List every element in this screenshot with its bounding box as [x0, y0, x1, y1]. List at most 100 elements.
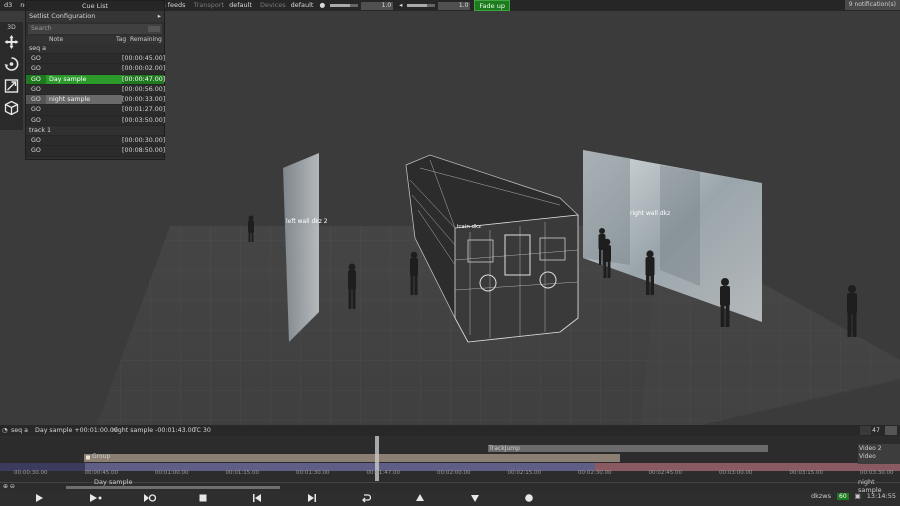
go-button[interactable]: GO [26, 54, 46, 63]
scrub-bar[interactable] [66, 486, 280, 489]
expand-arrow-icon[interactable]: ▸ [158, 11, 161, 22]
play-to-end-icon[interactable] [89, 493, 103, 503]
cue-group-header[interactable]: seq a [26, 44, 164, 54]
cue-row[interactable]: GO [00:00:45.00] [26, 54, 165, 65]
group-label: Group [92, 453, 111, 460]
return-icon[interactable] [361, 493, 371, 503]
clock-time: 13:14:55 [866, 492, 896, 500]
down-arrow-icon[interactable] [470, 493, 480, 503]
sequence-name[interactable]: seq a [11, 425, 28, 436]
go-button[interactable]: GO [26, 64, 46, 73]
brightness-slider[interactable] [330, 4, 359, 7]
timeline-tick: 00:03:30.00 [860, 470, 894, 476]
setlist-config-label: Setlist Configuration [29, 12, 96, 20]
timeline-tick: 00:02:45.00 [648, 470, 682, 476]
scale-icon[interactable] [0, 75, 23, 97]
devices-label: Devices [259, 1, 286, 9]
host-name: dkzws [810, 492, 831, 500]
rotate-icon[interactable] [0, 53, 23, 75]
cue-row[interactable]: GO [00:00:30.00] [26, 136, 165, 147]
clock-icon: ◔ [2, 427, 8, 434]
play-icon[interactable] [34, 493, 44, 503]
fps-badge: 60 [837, 492, 849, 500]
up-arrow-icon[interactable] [415, 493, 425, 503]
timeline-tick: 00:03:00.00 [719, 470, 753, 476]
timeline-tick: 00:03:15.00 [789, 470, 823, 476]
group-clip[interactable] [84, 454, 620, 462]
go-button[interactable]: GO [26, 146, 46, 155]
go-button[interactable]: GO [26, 116, 46, 125]
cue-table-header: Note Tag Remaining [26, 36, 164, 44]
go-button[interactable]: GO [26, 136, 46, 145]
video2-label: Video 2 [859, 445, 882, 452]
left-screen[interactable] [283, 153, 319, 342]
cue-row[interactable]: GO [00:00:02.00] [26, 64, 165, 75]
volume-slider[interactable] [407, 4, 436, 7]
transport-label: Transport [193, 1, 225, 9]
zoom-value[interactable]: 47 [872, 425, 880, 436]
notifications-badge[interactable]: 9 notification(s) [844, 0, 900, 10]
cue-row-next[interactable]: GO night sample [00:00:33.00] [26, 95, 165, 106]
timeline-tick: 00:01:30.00 [296, 470, 330, 476]
brightness-value[interactable]: 1.0 [361, 1, 394, 10]
cue-row[interactable]: GO [00:01:27.00] [26, 105, 165, 116]
zoom-tools[interactable]: ⊕ ⊖ [3, 483, 15, 490]
record-icon[interactable] [524, 493, 534, 503]
timeline-tick: 00:02:30.00 [578, 470, 612, 476]
next-cue-time: night sample -00:01:43.00 [112, 427, 196, 434]
timecode-label: TC 30 [193, 427, 211, 434]
volume-value[interactable]: 1.0 [438, 1, 471, 10]
timeline-tick: 00:00:30.00 [14, 470, 48, 476]
move-icon[interactable] [0, 31, 23, 53]
previous-icon[interactable] [252, 493, 262, 503]
train-label: train dkz [457, 224, 481, 230]
go-button[interactable]: GO [26, 75, 46, 84]
transport-controls [0, 490, 900, 506]
group-icon [86, 455, 90, 460]
devices-value[interactable]: default [287, 0, 318, 11]
left-screen-label: left wall dkz 2 [286, 218, 328, 225]
view-toolbar: 3D [0, 22, 23, 130]
brightness-icon: ● [319, 1, 326, 9]
app-root: { "topbar": { "app": "d3", "net": "net",… [0, 0, 900, 506]
timeline-tick: 00:01:00.00 [155, 470, 189, 476]
cue-row-active[interactable]: GO Day sample [00:00:47.00] [26, 74, 165, 85]
timeline-tick: 00:01:15.00 [225, 470, 259, 476]
cue-list-panel: Cue List Setlist Configuration ▸ Search … [25, 0, 165, 160]
setlist-config-bar[interactable]: Setlist Configuration ▸ [26, 11, 164, 22]
video-label: Video [859, 453, 876, 460]
transport-value[interactable]: default [225, 0, 256, 11]
app-menu[interactable]: d3 [0, 0, 16, 11]
col-note: Note [49, 36, 64, 43]
timeline-tracks[interactable] [0, 436, 900, 491]
go-button[interactable]: GO [26, 85, 46, 94]
current-cue-label: Day sample [94, 478, 133, 486]
timeline-ticks: 00:00:30.00 00:00:45.00 00:01:00.00 00:01:1… [0, 470, 900, 478]
cue-row[interactable]: GO [00:00:56.00] [26, 84, 165, 96]
timeline-tick: 00:02:15.00 [507, 470, 541, 476]
volume-icon: ◂ [399, 1, 403, 9]
status-bar: dkzws 60 ▣ 13:14:55 [811, 492, 896, 500]
timeline-header: ◔ seq a Day sample +00:01:00.00 night sa… [0, 425, 900, 436]
stop-icon[interactable] [198, 493, 208, 503]
go-button[interactable]: GO [26, 105, 46, 114]
fade-up-button[interactable]: Fade up [474, 0, 510, 11]
cue-row[interactable]: GO [00:08:50.00] [26, 146, 165, 157]
loop-play-icon[interactable] [143, 493, 156, 503]
next-icon[interactable] [307, 493, 317, 503]
zoom-control[interactable] [885, 426, 897, 435]
cue-row[interactable]: GO [00:03:50.00] [26, 115, 165, 127]
timeline-tick: 00:01:47.00 [366, 470, 400, 476]
go-button[interactable]: GO [26, 95, 46, 105]
right-screen-label: right wall dkz [630, 210, 670, 217]
cue-group-header[interactable]: track 1 [26, 126, 164, 137]
search-placeholder: Search [31, 25, 52, 32]
cube-icon[interactable] [0, 97, 23, 119]
cue-list-title: Cue List [26, 1, 164, 11]
col-remaining: Remaining [130, 36, 162, 43]
zoom-icon[interactable] [860, 426, 871, 435]
current-cue-time: Day sample +00:01:00.00 [35, 427, 118, 434]
trackjump-clip[interactable] [488, 445, 768, 452]
cue-search-input[interactable]: Search [28, 24, 162, 34]
view-mode-label: 3D [7, 24, 16, 31]
